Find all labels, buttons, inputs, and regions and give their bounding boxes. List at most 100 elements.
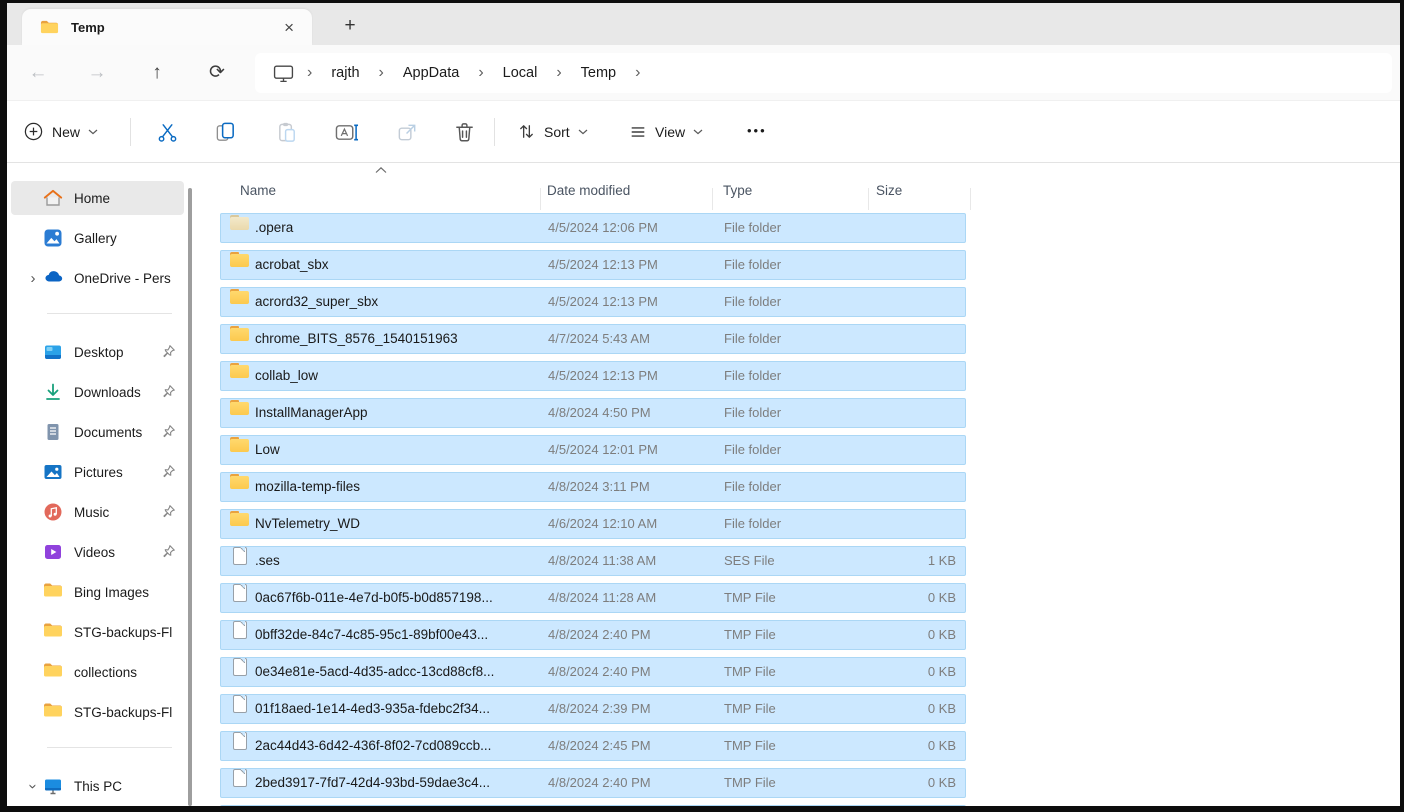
- file-icon: [230, 732, 250, 750]
- sidebar-item-this-pc[interactable]: › This PC: [11, 769, 184, 803]
- content-area: Home Gallery ›: [7, 164, 1400, 806]
- file-date-modified: 4/8/2024 2:39 PM: [548, 695, 718, 723]
- file-row[interactable]: 2ac44d43-6d42-436f-8f02-7cd089ccb... 4/8…: [220, 731, 966, 761]
- up-button[interactable]: ↑: [140, 57, 174, 89]
- file-icon: [230, 658, 250, 676]
- chevron-down-icon: [578, 129, 588, 135]
- sidebar-item-gallery[interactable]: Gallery: [11, 221, 184, 255]
- delete-button[interactable]: [447, 115, 481, 149]
- folder-icon: [43, 622, 63, 642]
- chevron-expand-icon[interactable]: ›: [23, 271, 43, 286]
- file-date-modified: 4/6/2024 12:10 AM: [548, 510, 718, 538]
- forward-button[interactable]: →: [80, 57, 114, 89]
- toolbar-divider: [494, 118, 495, 146]
- sidebar-item-downloads[interactable]: Downloads: [11, 375, 184, 409]
- file-row[interactable]: collab_low 4/5/2024 12:13 PM File folder: [220, 361, 966, 391]
- sidebar-item-music[interactable]: Music: [11, 495, 184, 529]
- file-row[interactable]: 0ac67f6b-011e-4e7d-b0f5-b0d857198... 4/8…: [220, 583, 966, 613]
- file-row[interactable]: chrome_BITS_8576_1540151963 4/7/2024 5:4…: [220, 324, 966, 354]
- file-row[interactable]: mozilla-temp-files 4/8/2024 3:11 PM File…: [220, 472, 966, 502]
- file-row[interactable]: Low 4/5/2024 12:01 PM File folder: [220, 435, 966, 465]
- file-row[interactable]: [220, 805, 966, 806]
- file-name: NvTelemetry_WD: [255, 510, 543, 538]
- file-row[interactable]: 01f18aed-1e14-4ed3-935a-fdebc2f34... 4/8…: [220, 694, 966, 724]
- column-header-size[interactable]: Size: [876, 174, 902, 208]
- refresh-button[interactable]: ⟳: [200, 57, 234, 89]
- copy-button[interactable]: [208, 115, 242, 149]
- sidebar-item-bing-images[interactable]: Bing Images: [11, 575, 184, 609]
- breadcrumb-item[interactable]: AppData: [393, 61, 469, 85]
- downloads-icon: [43, 382, 63, 402]
- folder-icon: [43, 702, 63, 722]
- breadcrumb-item[interactable]: rajth: [321, 61, 369, 85]
- column-divider[interactable]: [868, 188, 869, 210]
- sort-ascending-icon: [374, 166, 388, 174]
- breadcrumb-item[interactable]: Temp: [571, 61, 626, 85]
- file-name: chrome_BITS_8576_1540151963: [255, 325, 543, 353]
- folder-icon: [43, 662, 63, 682]
- sidebar-item-pictures[interactable]: Pictures: [11, 455, 184, 489]
- file-row[interactable]: .opera 4/5/2024 12:06 PM File folder: [220, 213, 966, 243]
- sidebar-item-desktop[interactable]: Desktop: [11, 335, 184, 369]
- file-date-modified: 4/7/2024 5:43 AM: [548, 325, 718, 353]
- this-pc-icon: [273, 64, 294, 83]
- sidebar-item-documents[interactable]: Documents: [11, 415, 184, 449]
- chevron-right-icon: ›: [626, 65, 649, 81]
- file-row[interactable]: acrord32_super_sbx 4/5/2024 12:13 PM Fil…: [220, 287, 966, 317]
- rename-button[interactable]: [330, 115, 364, 149]
- file-size: 1 KB: [820, 547, 956, 575]
- file-icon: [230, 584, 250, 602]
- file-row[interactable]: 0e34e81e-5acd-4d35-adcc-13cd88cf8... 4/8…: [220, 657, 966, 687]
- file-row[interactable]: NvTelemetry_WD 4/6/2024 12:10 AM File fo…: [220, 509, 966, 539]
- column-header-type[interactable]: Type: [723, 174, 752, 208]
- file-row[interactable]: .ses 4/8/2024 11:38 AM SES File 1 KB: [220, 546, 966, 576]
- file-row[interactable]: acrobat_sbx 4/5/2024 12:13 PM File folde…: [220, 250, 966, 280]
- sidebar-item-home[interactable]: Home: [11, 181, 184, 215]
- file-type: File folder: [724, 362, 854, 390]
- paste-button[interactable]: [270, 115, 304, 149]
- column-header-date-modified[interactable]: Date modified: [547, 174, 630, 208]
- sidebar-scrollbar[interactable]: [188, 188, 192, 806]
- file-row[interactable]: 2bed3917-7fd7-42d4-93bd-59dae3c4... 4/8/…: [220, 768, 966, 798]
- sidebar-label: Pictures: [74, 465, 123, 480]
- new-button[interactable]: New: [23, 101, 98, 162]
- sort-button[interactable]: Sort: [517, 101, 588, 162]
- column-divider[interactable]: [540, 188, 541, 210]
- file-icon: [230, 251, 250, 269]
- share-button[interactable]: [390, 115, 424, 149]
- file-size: 0 KB: [820, 732, 956, 760]
- file-date-modified: 4/8/2024 2:40 PM: [548, 769, 718, 797]
- file-row[interactable]: InstallManagerApp 4/8/2024 4:50 PM File …: [220, 398, 966, 428]
- cut-button[interactable]: [150, 115, 184, 149]
- trash-icon: [453, 121, 476, 144]
- tab-temp[interactable]: Temp ×: [22, 9, 312, 45]
- column-header-name[interactable]: Name: [240, 174, 276, 208]
- new-tab-button[interactable]: +: [335, 13, 365, 39]
- more-options-button[interactable]: •••: [747, 123, 767, 138]
- view-button[interactable]: View: [629, 101, 703, 162]
- breadcrumb-item[interactable]: Local: [493, 61, 548, 85]
- file-type: File folder: [724, 288, 854, 316]
- file-name: mozilla-temp-files: [255, 473, 543, 501]
- sidebar-item-videos[interactable]: Videos: [11, 535, 184, 569]
- tab-close-icon[interactable]: ×: [278, 19, 300, 36]
- address-bar[interactable]: › rajth › AppData › Local › Temp: [255, 53, 1392, 93]
- file-row[interactable]: 0bff32de-84c7-4c85-95c1-89bf00e43... 4/8…: [220, 620, 966, 650]
- chevron-down-icon[interactable]: ›: [26, 776, 41, 796]
- sidebar-item-stg-backups-1[interactable]: STG-backups-Fl: [11, 615, 184, 649]
- back-button[interactable]: ←: [21, 57, 55, 89]
- file-name: .opera: [255, 214, 543, 242]
- column-divider[interactable]: [970, 188, 971, 210]
- file-name: InstallManagerApp: [255, 399, 543, 427]
- sidebar-item-collections[interactable]: collections: [11, 655, 184, 689]
- file-icon: [230, 621, 250, 639]
- file-icon: [230, 399, 250, 417]
- sidebar-divider: [47, 747, 172, 748]
- file-icon: [230, 436, 250, 454]
- sidebar-item-stg-backups-2[interactable]: STG-backups-Fl: [11, 695, 184, 729]
- sidebar-item-onedrive[interactable]: › OneDrive - Pers: [11, 261, 184, 295]
- toolbar-divider: [130, 118, 131, 146]
- file-name: .ses: [255, 547, 543, 575]
- sidebar-label: Desktop: [74, 345, 124, 360]
- column-divider[interactable]: [712, 188, 713, 210]
